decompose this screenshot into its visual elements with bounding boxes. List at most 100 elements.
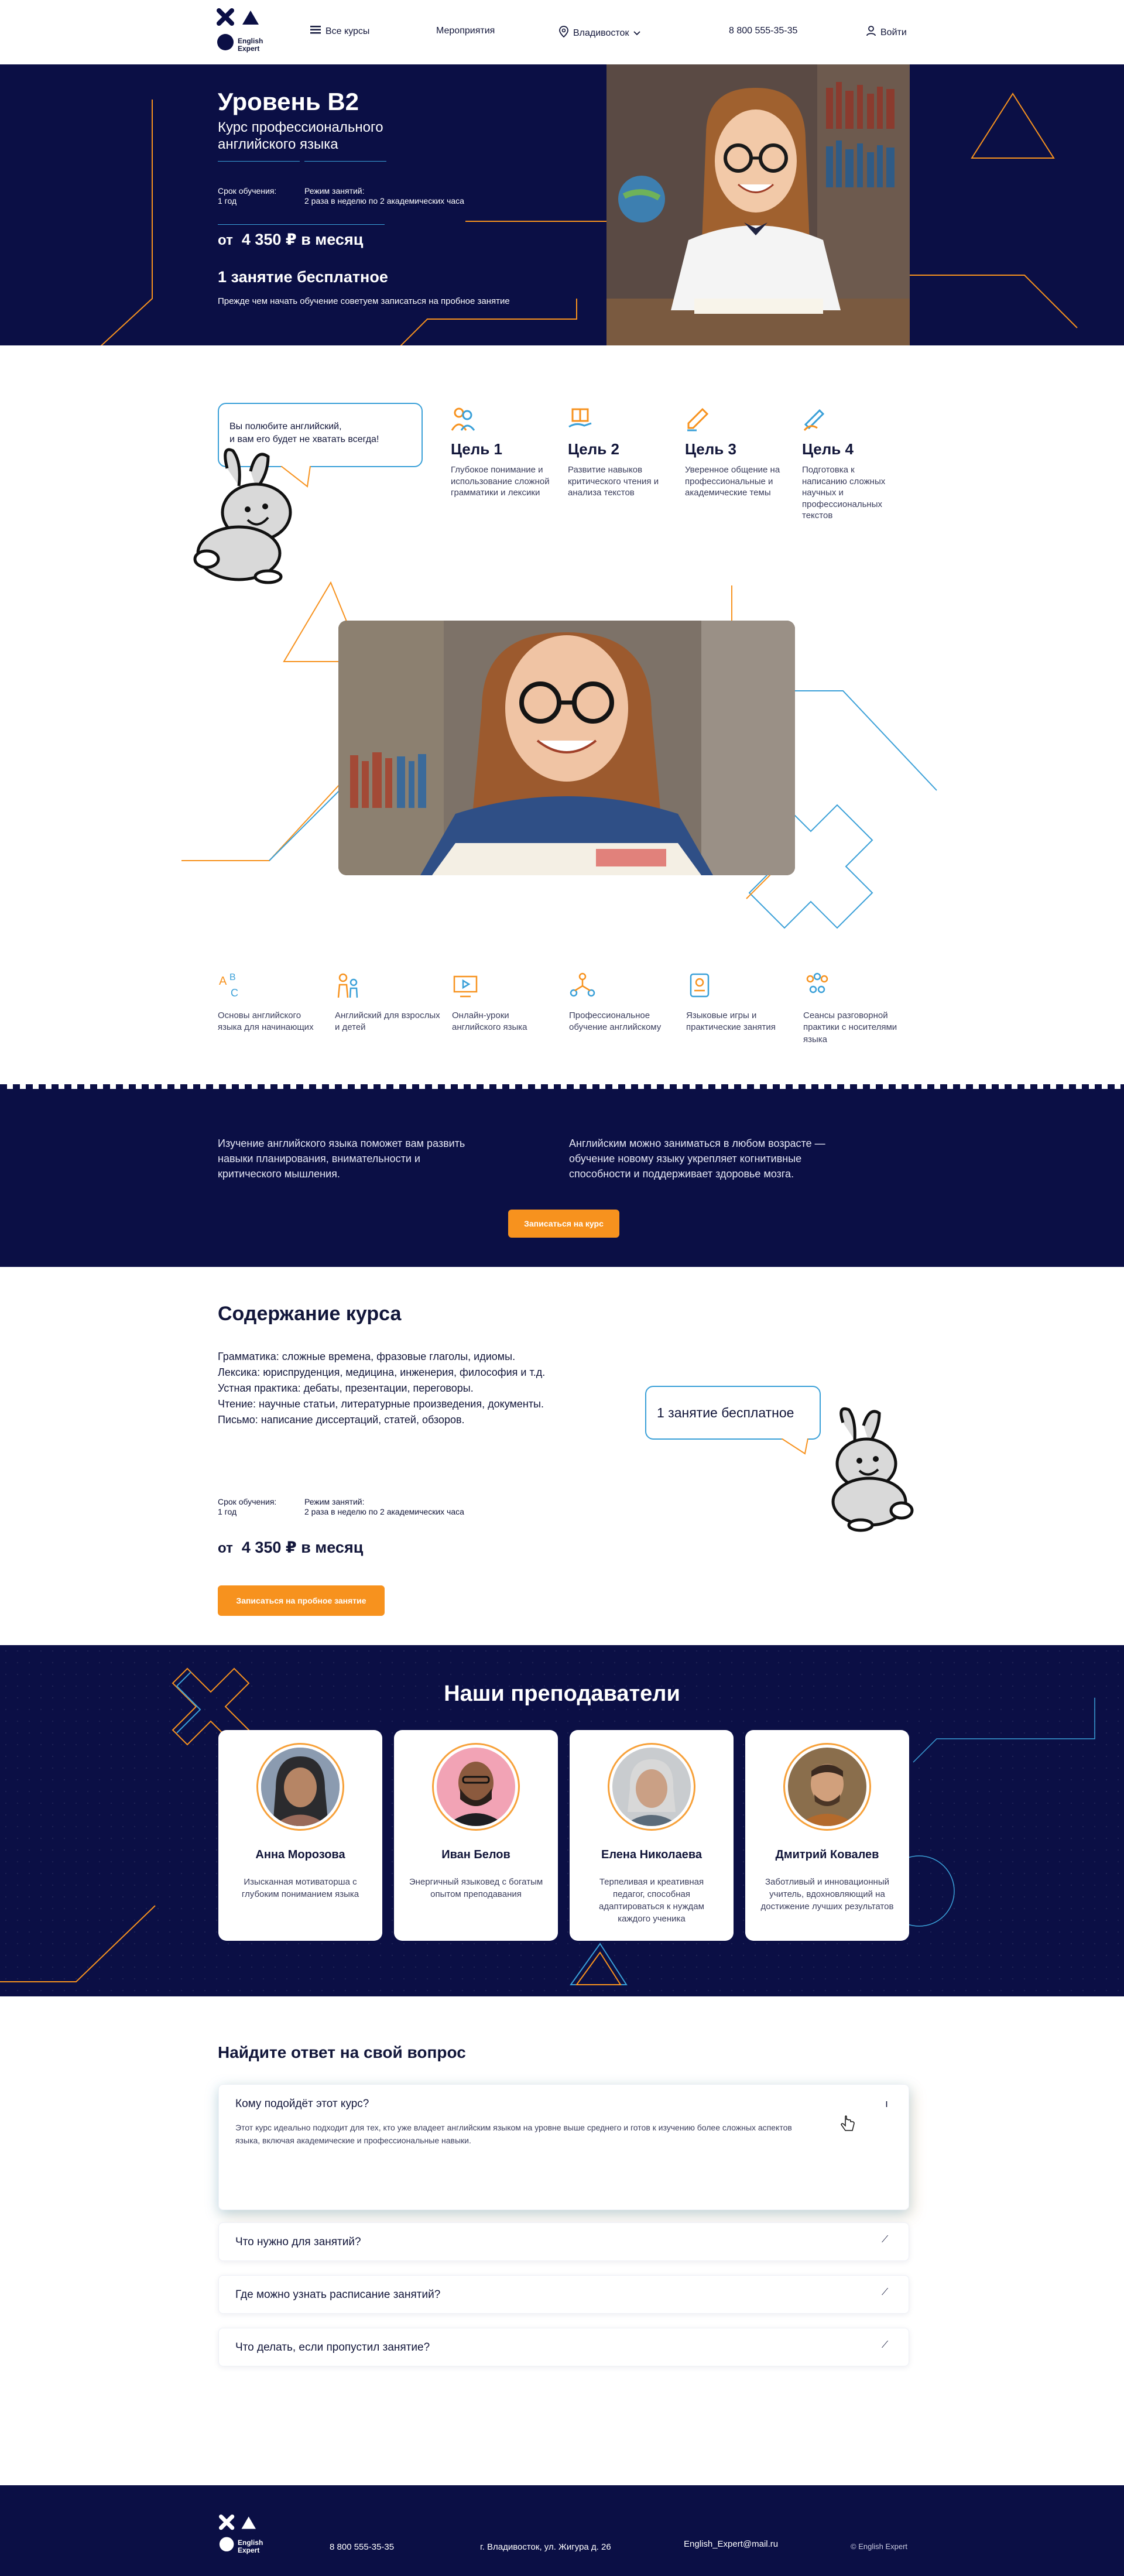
feature-6: Сеансы разговорной практики с носителями… [803,972,909,1046]
feature-label-1: Основы английского языка для начинающих [218,1010,314,1033]
teacher-card[interactable]: Елена Николаева Терпеливая и креативная … [570,1730,734,1941]
header-phone[interactable]: 8 800 555-35-35 [729,26,797,36]
teachers-title: Наши преподаватели [444,1681,680,1706]
enroll-course-button[interactable]: Записаться на курс [508,1210,619,1238]
faq-question[interactable]: Что нужно для занятий? [235,2236,361,2249]
city-label: Владивосток [573,28,629,38]
goal-title-4: Цель 4 [802,440,854,458]
goal-card-2: Цель 2 Развитие навыков критического чте… [568,407,667,499]
abc-icon: A B C [219,972,238,999]
footer-email[interactable]: English_Expert@mail.ru [684,2539,778,2549]
content-price: 4 350 ₽ в месяц [241,1539,364,1556]
teacher-card[interactable]: Дмитрий Ковалев Заботливый и инновационн… [745,1730,909,1941]
logo[interactable]: English Expert [217,8,263,55]
city-selector[interactable]: Владивосток [559,26,641,40]
content-line: Грамматика: сложные времена, фразовые гл… [218,1351,516,1362]
feature-2: Английский для взрослых и детей [335,972,440,1034]
benefits-section: Изучение английского языка поможет вам р… [0,1084,1124,1267]
free-lesson-bubble: 1 занятие бесплатное [645,1386,821,1440]
chevron-down-icon [633,28,641,39]
teacher-desc: Терпеливая и креативная педагог, способн… [599,1877,704,1924]
teacher-card[interactable]: Иван Белов Энергичный языковед с богатым… [394,1730,558,1941]
teacher-name: Елена Николаева [601,1848,702,1861]
hero-free-lesson: 1 занятие бесплатное [218,268,388,286]
faq-question[interactable]: Где можно узнать расписание занятий? [235,2289,440,2301]
feature-label-6: Сеансы разговорной практики с носителями… [803,1010,897,1044]
faq-toggle-icon[interactable]: ı [885,2098,888,2110]
avatar [432,1743,520,1831]
pen-icon [687,407,709,431]
site-header: English Expert Все курсы Мероприятия Вла… [0,0,1124,64]
hero-duration-value: 1 год [218,196,237,205]
content-title: Содержание курса [218,1303,402,1325]
student-photo [338,621,795,875]
faq-item-open[interactable]: Кому подойдёт этот курс? ı Этот курс иде… [218,2084,909,2210]
benefit-right: Английским можно заниматься в любом возр… [569,1138,825,1180]
nav-all-courses[interactable]: Все курсы [310,26,369,37]
teacher-name: Анна Морозова [255,1848,345,1861]
faq-item[interactable]: Что делать, если пропустил занятие? ⟋ [218,2328,909,2366]
content-line: Лексика: юриспруденция, медицина, инжене… [218,1366,546,1378]
bubble-line1: Вы полюбите английский, [229,422,342,431]
hand-cursor-icon [841,2115,855,2131]
faq-toggle-icon[interactable]: ⟋ [882,2287,888,2298]
hero-price-prefix: от [218,232,233,248]
svg-text:A: A [219,975,227,988]
content-list: Грамматика: сложные времена, фразовые гл… [218,1349,639,1428]
location-pin-icon [559,26,568,40]
content-duration-value: 1 год [218,1506,237,1516]
faq-toggle-icon[interactable]: ⟋ [882,2340,888,2351]
trial-lesson-button[interactable]: Записаться на пробное занятие [218,1585,385,1616]
hero-photo [606,64,910,345]
footer-logo[interactable]: English Expert [217,2515,263,2558]
teacher-photo-dmitry [788,1748,866,1826]
faq-question[interactable]: Кому подойдёт этот курс? [235,2098,369,2111]
goal-title-1: Цель 1 [451,440,502,458]
content-duration-label: Срок обучения: [218,1497,277,1506]
rabbit-mascot-icon [193,448,292,584]
feature-label-4: Профессиональное обучение английскому [569,1010,662,1033]
feature-1: A B C Основы английского языка для начин… [218,972,323,1034]
menu-icon [310,26,321,37]
student-girl-illustration [606,64,910,345]
svg-text:B: B [229,972,236,982]
goal-desc-3: Уверенное общение на профессиональные и … [685,465,780,498]
login-label: Войти [880,27,907,37]
content-line: Письмо: написание диссертаций, статей, о… [218,1414,465,1426]
people-icon [451,407,475,431]
faq-item[interactable]: Что нужно для занятий? ⟋ [218,2222,909,2261]
teacher-photo-anna [261,1748,340,1826]
goal-title-3: Цель 3 [685,440,736,458]
feature-label-3: Онлайн-уроки английского языка [452,1010,527,1033]
group-icon [806,972,828,994]
faq-item[interactable]: Где можно узнать расписание занятий? ⟋ [218,2275,909,2314]
footer-logo-text-line2: Expert [238,2546,260,2555]
faq-answer: Этот курс идеально подходит для тех, кто… [235,2123,792,2146]
smiling-student-illustration [338,621,795,875]
bubble-tail-2 [782,1438,808,1455]
teacher-card[interactable]: Анна Морозова Изысканная мотиваторша с г… [218,1730,382,1941]
video-icon [453,975,478,998]
hero-divider-3 [218,224,385,225]
faq-question[interactable]: Что делать, если пропустил занятие? [235,2341,430,2354]
content-price-prefix: от [218,1540,233,1556]
book-hand-icon [568,408,592,428]
benefit-left: Изучение английского языка поможет вам р… [218,1138,465,1180]
faq-title: Найдите ответ на свой вопрос [218,2043,466,2061]
hero-section: Уровень B2 Курс профессионального англий… [0,64,1124,345]
content-line: Чтение: научные статьи, литературные про… [218,1398,544,1410]
login-button[interactable]: Войти [866,26,907,39]
footer-phone[interactable]: 8 800 555-35-35 [330,2542,394,2552]
teacher-desc: Энергичный языковед с богатым опытом пре… [409,1877,543,1899]
faq-toggle-icon[interactable]: ⟋ [882,2235,888,2245]
content-mode-value: 2 раза в неделю по 2 академических часа [304,1506,464,1516]
content-mode-label: Режим занятий: [304,1497,365,1506]
goal-desc-4: Подготовка к написанию сложных научных и… [802,465,886,520]
teacher-desc: Заботливый и инновационный учитель, вдох… [760,1877,894,1912]
hero-mode-value: 2 раза в неделю по 2 академических часа [304,196,464,205]
teachers-section: Наши преподаватели [0,1645,1124,1996]
nav-events[interactable]: Мероприятия [436,26,495,36]
goal-card-1: Цель 1 Глубокое понимание и использовани… [451,407,550,499]
hero-title: Уровень B2 [218,88,359,115]
site-footer: English Expert 8 800 555-35-35 г. Владив… [0,2485,1124,2576]
